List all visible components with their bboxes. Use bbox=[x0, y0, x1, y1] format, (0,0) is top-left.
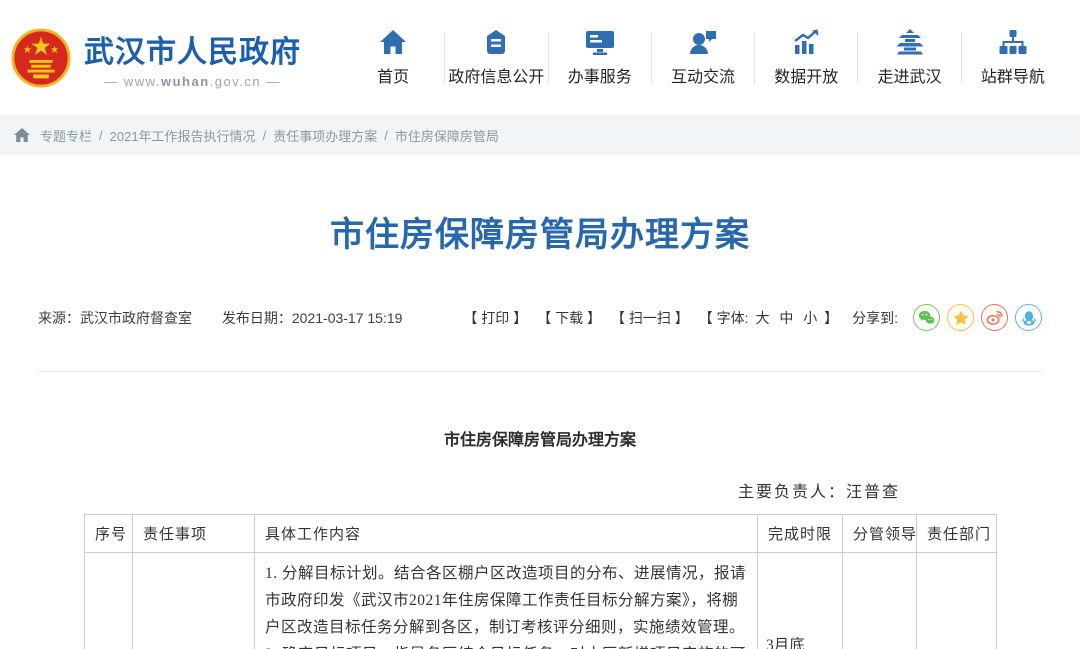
cell-seq bbox=[85, 553, 133, 649]
font-size-small[interactable]: 小 bbox=[803, 310, 817, 326]
nav-item-info-disclosure[interactable]: 政府信息公开 bbox=[445, 28, 547, 87]
national-emblem-logo[interactable] bbox=[10, 27, 72, 89]
nav-item-home[interactable]: 首页 bbox=[342, 28, 444, 87]
nav-item-about-wuhan[interactable]: 走进武汉 bbox=[858, 28, 960, 87]
cell-leader bbox=[843, 553, 917, 649]
work-content-paragraph: 2. 确定目标项目。指导各区结合目标任务，对本区新增项目实施的可行性进行评估，确… bbox=[265, 641, 747, 649]
publish-date-value: 2021-03-17 15:19 bbox=[292, 310, 403, 326]
breadcrumb-item[interactable]: 2021年工作报告执行情况 bbox=[110, 126, 256, 145]
section-divider bbox=[38, 371, 1042, 372]
responsible-person: 主要负责人：汪普查 bbox=[84, 478, 996, 502]
main-nav: 首页 政府信息公开 办事服务 互动交流 数据开放 bbox=[342, 28, 1064, 87]
col-header-leader: 分管领导 bbox=[843, 515, 917, 553]
share-qzone-icon[interactable] bbox=[947, 304, 974, 331]
page-title: 市住房保障房管局办理方案 bbox=[38, 207, 1042, 256]
site-name[interactable]: 武汉市人民政府 bbox=[84, 27, 301, 71]
cell-department bbox=[917, 553, 997, 649]
breadcrumb-separator: / bbox=[263, 128, 267, 143]
logo-area: 武汉市人民政府 — www.wuhan.gov.cn — bbox=[10, 27, 332, 89]
breadcrumb-item: 市住房保障房管局 bbox=[395, 126, 499, 145]
home-icon bbox=[378, 28, 408, 56]
print-button[interactable]: 【 打印 】 bbox=[463, 308, 527, 328]
table-row: 1. 分解目标计划。结合各区棚户区改造项目的分布、进展情况，报请市政府印发《武汉… bbox=[85, 553, 997, 649]
nav-item-label: 政府信息公开 bbox=[448, 63, 544, 87]
scan-qr-button[interactable]: 【 扫一扫 】 bbox=[611, 308, 689, 328]
info-disclosure-icon bbox=[481, 28, 511, 56]
article-meta-row: 来源：武汉市政府督查室 发布日期：2021-03-17 15:19 【 打印 】… bbox=[38, 304, 1042, 331]
nav-item-interaction[interactable]: 互动交流 bbox=[652, 28, 754, 87]
col-header-seq: 序号 bbox=[85, 515, 133, 553]
services-icon bbox=[585, 28, 615, 56]
nav-item-open-data[interactable]: 数据开放 bbox=[755, 28, 857, 87]
font-size-prefix: 【 字体: bbox=[699, 310, 749, 326]
share-qq-icon[interactable] bbox=[1015, 304, 1042, 331]
col-header-department: 责任部门 bbox=[917, 515, 997, 553]
document-body: 市住房保障房管局办理方案 主要负责人：汪普查 序号 责任事项 具体工作内容 完成… bbox=[84, 426, 996, 649]
document-subtitle: 市住房保障房管局办理方案 bbox=[84, 426, 996, 450]
about-wuhan-icon bbox=[895, 28, 925, 56]
site-header: 武汉市人民政府 — www.wuhan.gov.cn — 首页 政府信息公开 办… bbox=[0, 0, 1080, 115]
col-header-deadline: 完成时限 bbox=[758, 515, 843, 553]
article-meta: 来源：武汉市政府督查室 发布日期：2021-03-17 15:19 bbox=[38, 308, 402, 328]
font-size-control: 【 字体: 大 中 小 】 bbox=[699, 308, 838, 328]
share-weibo-icon[interactable] bbox=[981, 304, 1008, 331]
col-header-item: 责任事项 bbox=[133, 515, 255, 553]
font-size-large[interactable]: 大 bbox=[755, 310, 769, 326]
nav-item-label: 办事服务 bbox=[568, 63, 632, 87]
open-data-icon bbox=[791, 28, 821, 56]
article-toolbar: 【 打印 】 【 下载 】 【 扫一扫 】 【 字体: 大 中 小 】 分享到: bbox=[453, 304, 1042, 331]
source-label: 来源： bbox=[38, 310, 80, 326]
breadcrumb-home-icon[interactable] bbox=[14, 128, 30, 142]
share-label: 分享到: bbox=[852, 308, 898, 328]
source-value: 武汉市政府督查室 bbox=[80, 310, 192, 326]
site-title-block: 武汉市人民政府 — www.wuhan.gov.cn — bbox=[84, 27, 301, 89]
font-size-suffix: 】 bbox=[824, 310, 838, 326]
responsibility-table: 序号 责任事项 具体工作内容 完成时限 分管领导 责任部门 1. 分解目标计划。… bbox=[84, 514, 997, 649]
breadcrumb-separator: / bbox=[384, 128, 388, 143]
col-header-content: 具体工作内容 bbox=[255, 515, 758, 553]
nav-item-label: 数据开放 bbox=[774, 63, 838, 87]
download-button[interactable]: 【 下载 】 bbox=[537, 308, 601, 328]
site-navigation-icon bbox=[998, 28, 1028, 56]
article-content: 市住房保障房管局办理方案 来源：武汉市政府督查室 发布日期：2021-03-17… bbox=[0, 207, 1080, 649]
breadcrumb-item[interactable]: 责任事项办理方案 bbox=[273, 126, 377, 145]
breadcrumb-separator: / bbox=[99, 128, 103, 143]
share-wechat-icon[interactable] bbox=[913, 304, 940, 331]
cell-item bbox=[133, 553, 255, 649]
nav-item-services[interactable]: 办事服务 bbox=[549, 28, 651, 87]
publish-date-label: 发布日期： bbox=[222, 310, 292, 326]
font-size-medium[interactable]: 中 bbox=[779, 310, 793, 326]
nav-item-label: 首页 bbox=[377, 63, 409, 87]
breadcrumb-item[interactable]: 专题专栏 bbox=[40, 126, 92, 145]
nav-item-label: 走进武汉 bbox=[878, 63, 942, 87]
cell-work-content: 1. 分解目标计划。结合各区棚户区改造项目的分布、进展情况，报请市政府印发《武汉… bbox=[255, 553, 758, 649]
nav-item-site-navigation[interactable]: 站群导航 bbox=[962, 28, 1064, 87]
cell-deadline: 3月底 bbox=[758, 553, 843, 649]
table-header-row: 序号 责任事项 具体工作内容 完成时限 分管领导 责任部门 bbox=[85, 515, 997, 553]
site-url: — www.wuhan.gov.cn — bbox=[84, 74, 301, 89]
nav-item-label: 站群导航 bbox=[981, 63, 1045, 87]
breadcrumb: 专题专栏 / 2021年工作报告执行情况 / 责任事项办理方案 / 市住房保障房… bbox=[0, 115, 1080, 155]
interaction-icon bbox=[688, 28, 718, 56]
nav-item-label: 互动交流 bbox=[671, 63, 735, 87]
work-content-paragraph: 1. 分解目标计划。结合各区棚户区改造项目的分布、进展情况，报请市政府印发《武汉… bbox=[265, 560, 747, 641]
